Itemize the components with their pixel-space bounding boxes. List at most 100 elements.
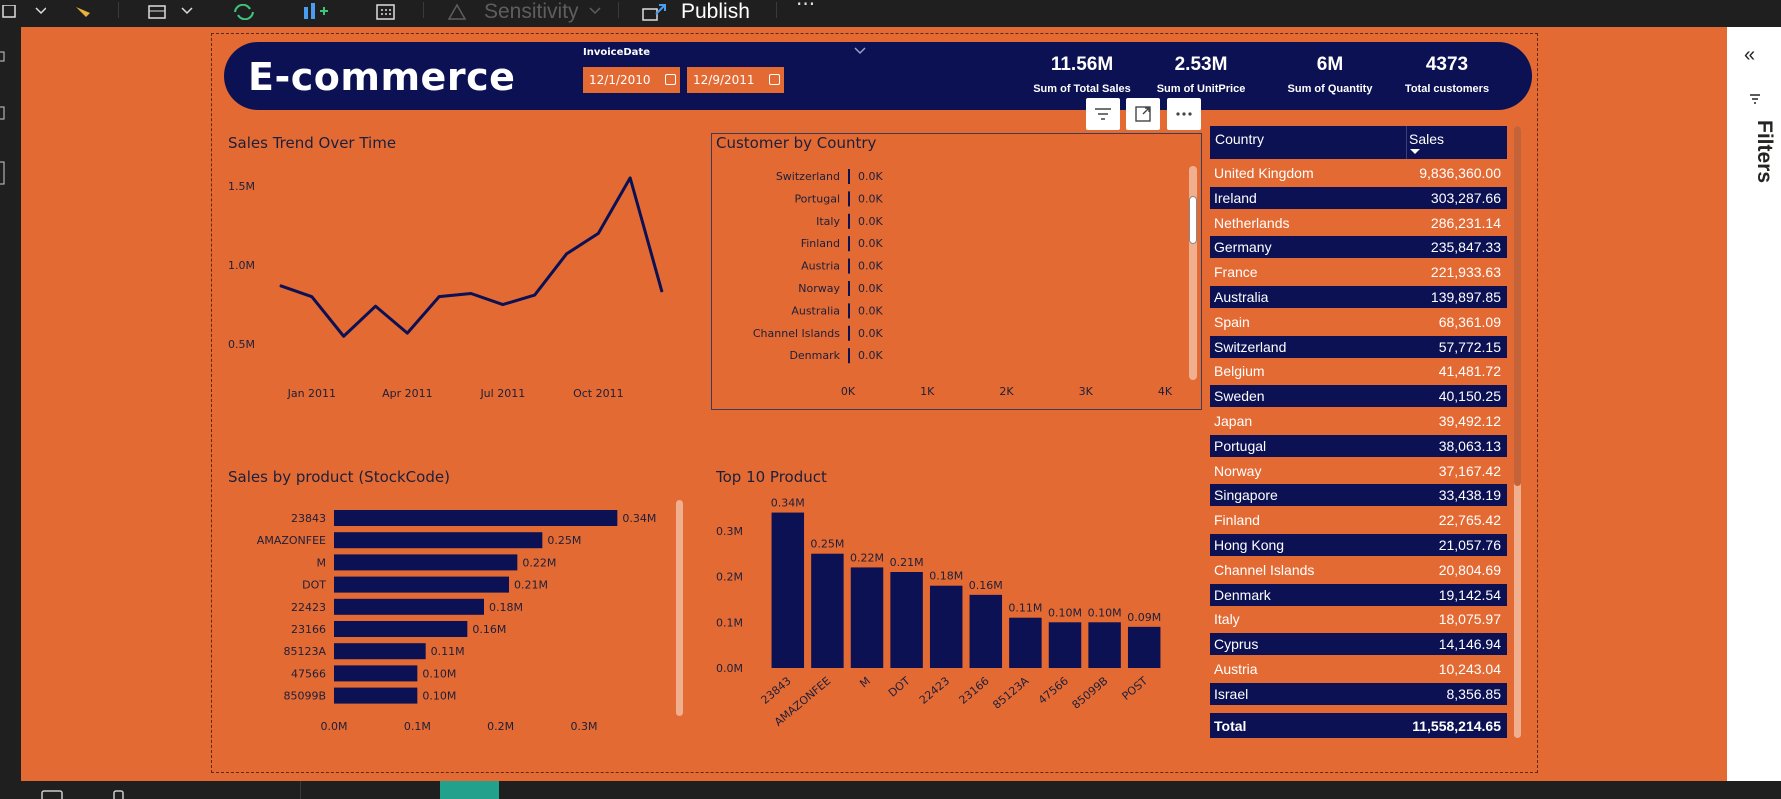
calendar-icon[interactable]	[769, 74, 780, 85]
data-label: 0.10M	[1048, 606, 1082, 619]
ellipsis-icon	[1176, 112, 1192, 116]
bar	[334, 576, 509, 593]
more-options-button[interactable]	[1167, 98, 1201, 130]
filter-visual-button[interactable]	[1086, 98, 1120, 130]
tab-divider	[300, 781, 301, 799]
sales-cell: 38,063.13	[1438, 437, 1501, 454]
kpi-unit-price-value: 2.53M	[1174, 54, 1228, 75]
table-row[interactable]: Netherlands 286,231.14	[1210, 212, 1507, 234]
table-row[interactable]: Spain 68,361.09	[1210, 311, 1507, 333]
bar	[334, 665, 418, 682]
refresh-icon[interactable]	[232, 0, 258, 24]
calculator-icon[interactable]	[376, 0, 396, 24]
sales-trend-chart[interactable]: 0.5M 1.0M 1.5M Jan 2011 Apr 2011 Jul 2011 Oct …	[222, 160, 682, 410]
table-row[interactable]: Ireland 303,287.66	[1210, 186, 1507, 209]
table-row[interactable]: Singapore 33,438.19	[1210, 484, 1507, 507]
table-row[interactable]: Japan 39,492.12	[1210, 410, 1507, 432]
category-label: 85099B	[283, 690, 326, 703]
table-row[interactable]: Channel Islands 20,804.69	[1210, 559, 1507, 581]
x-tick-label: 0.1M	[404, 720, 431, 733]
scrollbar-thumb[interactable]	[1189, 196, 1197, 244]
sensitivity-button[interactable]: Sensitivity	[446, 0, 607, 24]
x-tick-label: 1K	[920, 385, 935, 398]
calendar-icon[interactable]	[665, 74, 676, 85]
table-scrollbar-thumb[interactable]	[1514, 126, 1521, 486]
view-switcher-icons[interactable]	[0, 27, 21, 245]
category-label: Switzerland	[776, 170, 840, 183]
x-tick-label: M	[857, 674, 873, 690]
total-label: Total	[1214, 718, 1247, 734]
bar	[848, 213, 850, 229]
table-row[interactable]: Germany 235,847.33	[1210, 236, 1507, 259]
customer-country-chart[interactable]: Switzerland 0.0K Portugal 0.0K Italy 0.0K Finl…	[712, 160, 1202, 410]
table-scrollbar-track[interactable]	[1514, 126, 1521, 738]
top-10-product-chart[interactable]: 0.0M0.1M0.2M0.3M0.34M238430.25MAMAZONFEE…	[712, 490, 1182, 740]
table-row[interactable]: Austria 10,243.04	[1210, 658, 1507, 680]
publish-button[interactable]: Publish	[641, 0, 750, 24]
table-row[interactable]: United Kingdom 9,836,360.00	[1210, 162, 1507, 184]
new-visual-icon[interactable]	[302, 0, 330, 24]
format-painter-icon[interactable]	[74, 0, 96, 24]
bar	[848, 169, 850, 184]
category-label: 23166	[291, 623, 326, 636]
collapse-filters-icon[interactable]: «	[1744, 44, 1755, 67]
bar	[969, 594, 1003, 668]
sales-cell: 235,847.33	[1430, 239, 1501, 256]
table-row[interactable]: Denmark 19,142.54	[1210, 583, 1507, 606]
page-nav-icon[interactable]	[40, 788, 66, 799]
data-label: 0.25M	[810, 538, 844, 551]
bar	[1127, 626, 1161, 668]
data-point	[375, 305, 376, 307]
filter-icon[interactable]	[1749, 93, 1761, 105]
bar	[334, 510, 618, 526]
table-row[interactable]: Israel 8,356.85	[1210, 682, 1507, 705]
toolbar-divider	[423, 2, 424, 18]
sensitivity-icon	[447, 3, 467, 20]
data-point	[470, 293, 472, 294]
page-nav-icon[interactable]	[112, 788, 126, 799]
focus-mode-button[interactable]	[1126, 98, 1160, 130]
chevron-down-icon[interactable]	[853, 46, 867, 56]
scrollbar-track[interactable]	[1189, 166, 1197, 380]
sales-cell: 40,150.25	[1438, 388, 1501, 405]
country-cell: Belgium	[1214, 363, 1265, 380]
kpi-customers-label: Total customers	[1404, 83, 1490, 95]
bar	[334, 554, 518, 571]
table-row[interactable]: Finland 22,765.42	[1210, 509, 1507, 531]
column-header-country[interactable]: Country	[1215, 131, 1264, 147]
sales-by-product-chart[interactable]: 23843 0.34M AMAZONFEE 0.25M M 0.22M DOT 0.21M 22…	[222, 500, 682, 740]
start-date-value: 12/1/2010	[589, 73, 651, 87]
kpi-customers-value: 4373	[1425, 54, 1469, 75]
x-tick-label: 47566	[1036, 674, 1071, 706]
table-row[interactable]: Hong Kong 21,057.76	[1210, 534, 1507, 556]
table-row[interactable]: France 221,933.63	[1210, 261, 1507, 283]
data-label: 0.16M	[472, 623, 506, 636]
data-label: 0.0K	[858, 349, 883, 362]
sort-desc-icon[interactable]	[1409, 148, 1421, 155]
filters-pane-label[interactable]: Filters	[1746, 120, 1776, 200]
y-tick-label: 1.5M	[228, 180, 255, 193]
end-date-input[interactable]: 12/9/2011	[687, 67, 784, 93]
table-dropdown-icon[interactable]	[148, 0, 194, 24]
more-options-button[interactable]: ···	[796, 0, 815, 16]
column-header-sales[interactable]: Sales	[1409, 131, 1444, 147]
table-row[interactable]: Belgium 41,481.72	[1210, 360, 1507, 382]
start-date-input[interactable]: 12/1/2010	[583, 67, 680, 93]
tab-active-page[interactable]	[440, 781, 499, 799]
x-tick-label: 22423	[917, 674, 952, 706]
table-row[interactable]: Australia 139,897.85	[1210, 286, 1507, 308]
scrollbar-track[interactable]	[676, 500, 683, 716]
country-cell: Finland	[1214, 512, 1260, 529]
table-row[interactable]: Sweden 40,150.25	[1210, 385, 1507, 408]
table-row[interactable]: Switzerland 57,772.15	[1210, 335, 1507, 358]
data-label: 0.11M	[431, 645, 465, 658]
table-row[interactable]: Portugal 38,063.13	[1210, 434, 1507, 457]
view-layout-icon[interactable]	[2, 0, 46, 24]
data-label: 0.34M	[622, 512, 656, 525]
table-row[interactable]: Italy 18,075.97	[1210, 608, 1507, 630]
table-row[interactable]: Norway 37,167.42	[1210, 460, 1507, 482]
country-cell: France	[1214, 264, 1258, 281]
table-row[interactable]: Cyprus 14,146.94	[1210, 633, 1507, 656]
data-point	[661, 291, 663, 293]
bar	[848, 348, 850, 364]
